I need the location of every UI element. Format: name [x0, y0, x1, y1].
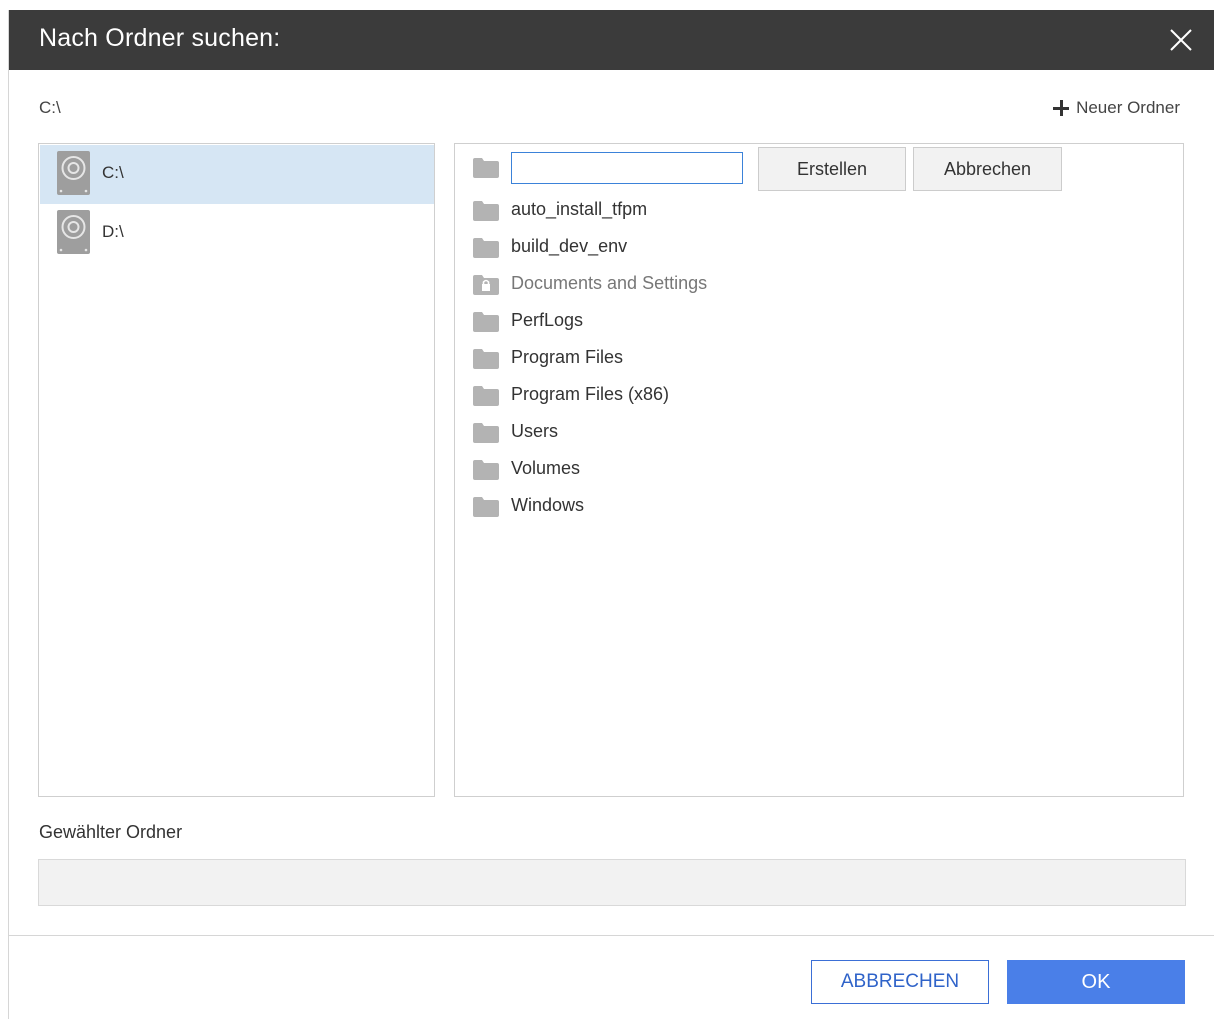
folder-icon	[473, 201, 499, 221]
folder-icon	[473, 349, 499, 369]
create-button[interactable]: Erstellen	[758, 147, 906, 191]
folder-browser-dialog: Nach Ordner suchen: C:\ Neuer Ordner C:\	[8, 10, 1214, 1019]
folder-name: Users	[511, 421, 559, 441]
plus-icon	[1053, 100, 1070, 116]
new-folder-button[interactable]: Neuer Ordner	[1052, 98, 1180, 118]
folder-item[interactable]: PerfLogs	[455, 303, 1183, 339]
dialog-title: Nach Ordner suchen:	[39, 24, 281, 52]
folder-icon	[473, 497, 499, 517]
folder-item[interactable]: Program Files	[455, 340, 1183, 376]
folder-name: Windows	[511, 495, 585, 515]
cancel-button[interactable]: ABBRECHEN	[811, 960, 989, 1004]
folder-item-locked[interactable]: Documents and Settings	[455, 266, 1183, 302]
drive-item-d[interactable]: D:\	[40, 204, 434, 263]
selected-folder-label: Gewählter Ordner	[39, 822, 183, 842]
cancel-create-button[interactable]: Abbrechen	[913, 147, 1062, 191]
selected-folder-field	[38, 859, 1186, 906]
folder-icon	[473, 312, 499, 332]
folder-name: auto_install_tfpm	[511, 199, 648, 219]
close-icon[interactable]	[1165, 24, 1197, 56]
folder-name: PerfLogs	[511, 310, 584, 330]
drive-list: C:\ D:\	[38, 143, 435, 797]
new-folder-name-input[interactable]	[511, 152, 743, 184]
folder-item[interactable]: Volumes	[455, 451, 1183, 487]
folder-name: build_dev_env	[511, 236, 628, 256]
folder-icon	[473, 386, 499, 406]
folder-name: Program Files	[511, 347, 624, 367]
folder-icon	[473, 158, 499, 178]
folder-item[interactable]: Windows	[455, 488, 1183, 524]
new-folder-label: Neuer Ordner	[1076, 98, 1180, 117]
folder-icon	[473, 238, 499, 258]
folder-item[interactable]: Users	[455, 414, 1183, 450]
hard-drive-icon	[57, 151, 90, 195]
ok-button[interactable]: OK	[1007, 960, 1185, 1004]
folder-icon	[473, 460, 499, 480]
locked-folder-icon	[473, 275, 499, 295]
footer-divider	[9, 935, 1214, 936]
drive-label: C:\	[102, 163, 124, 182]
new-folder-row: Erstellen Abbrechen	[455, 144, 1183, 194]
folder-name: Program Files (x86)	[511, 384, 670, 404]
folder-item[interactable]: build_dev_env	[455, 229, 1183, 265]
folder-item[interactable]: Program Files (x86)	[455, 377, 1183, 413]
folder-icon	[473, 423, 499, 443]
dialog-titlebar: Nach Ordner suchen:	[9, 10, 1214, 70]
hard-drive-icon	[57, 210, 90, 254]
current-path: C:\	[39, 98, 61, 117]
folder-item[interactable]: auto_install_tfpm	[455, 192, 1183, 228]
folder-name: Documents and Settings	[511, 273, 708, 293]
drive-label: D:\	[102, 222, 124, 241]
folder-name: Volumes	[511, 458, 581, 478]
drive-item-c[interactable]: C:\	[40, 145, 434, 204]
folder-list: Erstellen Abbrechen auto_install_tfpm bu…	[454, 143, 1184, 797]
